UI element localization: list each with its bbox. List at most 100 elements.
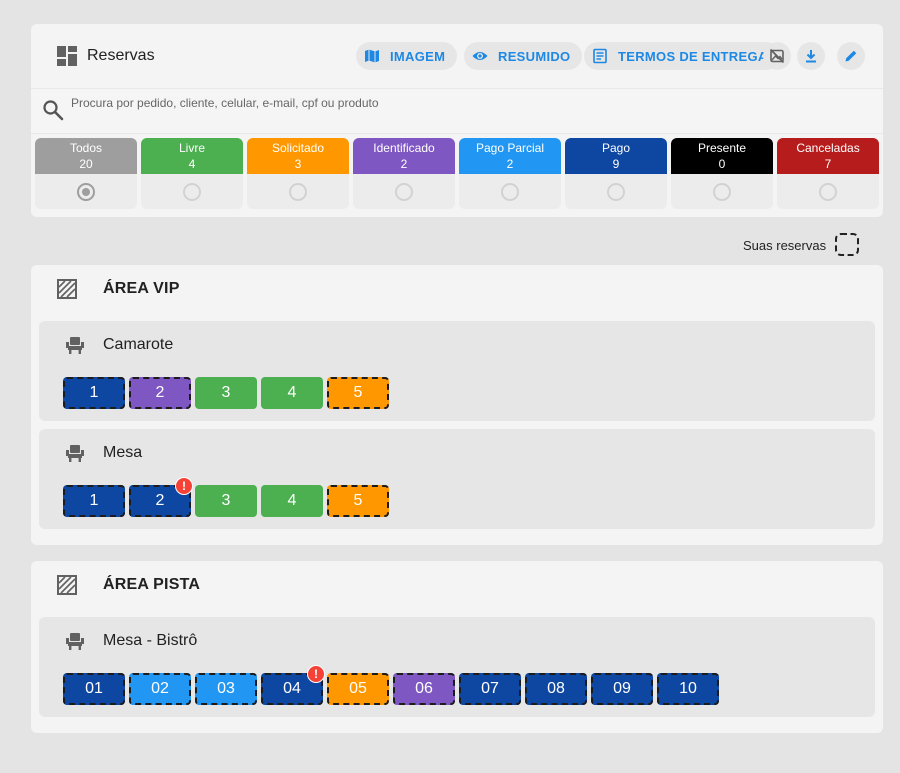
document-icon [593, 48, 607, 64]
seat-icon [66, 337, 84, 354]
status-radio-area [353, 174, 455, 209]
area-title: ÁREA PISTA [103, 576, 201, 593]
alert-badge-icon: ! [175, 477, 193, 495]
search-input[interactable] [71, 93, 851, 113]
status-filter-canceladas[interactable]: Canceladas 7 [777, 138, 879, 209]
seat-button[interactable]: 07 [459, 673, 521, 705]
seat-label: 2 [155, 492, 165, 509]
status-filter-presente[interactable]: Presente 0 [671, 138, 773, 209]
download-button[interactable] [797, 42, 825, 70]
status-label: Solicitado [271, 141, 325, 155]
seat-button[interactable]: 05 [327, 673, 389, 705]
status-filter: Todos 20 Livre 4 Solicitado 3 Identificado 2 Pag… [35, 138, 881, 210]
seat-label: 2 [155, 384, 165, 401]
sector-name: Mesa - Bistrô [103, 632, 198, 649]
status-filter-pago[interactable]: Pago 9 [565, 138, 667, 209]
status-count: 20 [79, 157, 93, 171]
termos-de-entrega-button[interactable]: TERMOS DE ENTREGA [584, 42, 780, 70]
status-label: Todos [69, 141, 103, 155]
status-filter-todos[interactable]: Todos 20 [35, 138, 137, 209]
seat-label: 5 [353, 492, 363, 509]
seat-button[interactable]: 3 [195, 377, 257, 409]
search-icon [43, 100, 64, 121]
hatched-area-icon [57, 279, 77, 299]
alert-badge-icon: ! [307, 665, 325, 683]
edit-button[interactable] [837, 42, 865, 70]
status-count: 2 [400, 157, 408, 171]
search-bar [31, 88, 883, 134]
seat-button[interactable]: 4 [261, 485, 323, 517]
toolbar: Reservas IMAGEM RESUMIDO TERMOS DE ENTRE… [31, 24, 883, 88]
seat-label: 08 [547, 680, 565, 697]
status-count: 9 [612, 157, 620, 171]
dashboard-icon [57, 46, 77, 66]
hide-images-button[interactable] [763, 42, 791, 70]
area-card: ÁREA VIP Camarote 1 2 3 4 5 Mesa 1 2! 3 4 5 [31, 265, 883, 545]
status-radio[interactable] [819, 182, 837, 201]
seat-button[interactable]: 1 [63, 485, 125, 517]
status-radio[interactable] [501, 182, 519, 201]
seat-button[interactable]: 08 [525, 673, 587, 705]
legend-label: Suas reservas [743, 238, 827, 253]
status-radio[interactable] [713, 182, 731, 201]
hatched-area-icon [57, 575, 77, 595]
status-radio[interactable] [289, 182, 307, 201]
seat-label: 03 [217, 680, 235, 697]
seat-label: 4 [287, 384, 297, 401]
seat-button[interactable]: 04! [261, 665, 325, 705]
status-header: Canceladas 7 [777, 138, 879, 174]
status-label: Livre [178, 141, 205, 155]
status-radio-area [247, 174, 349, 209]
eye-icon [472, 52, 488, 60]
seat-button[interactable]: 2! [129, 477, 193, 517]
sector-card: Mesa - Bistrô 01 02 03 04! 05 06 07 08 09 10 [39, 617, 875, 717]
status-radio-area [35, 174, 137, 209]
status-label: Pago Parcial [475, 141, 545, 155]
seat-label: 06 [415, 680, 433, 697]
map-icon [365, 49, 379, 63]
status-label: Presente [697, 141, 747, 155]
seat-button[interactable]: 5 [327, 377, 389, 409]
status-filter-pago-parcial[interactable]: Pago Parcial 2 [459, 138, 561, 209]
sector-card: Camarote 1 2 3 4 5 [39, 321, 875, 421]
seat-button[interactable]: 5 [327, 485, 389, 517]
seat-button[interactable]: 3 [195, 485, 257, 517]
status-radio-area [565, 174, 667, 209]
seat-button[interactable]: 2 [129, 377, 191, 409]
status-label: Canceladas [796, 141, 860, 155]
seat-button[interactable]: 09 [591, 673, 653, 705]
download-icon [806, 50, 816, 63]
status-header: Livre 4 [141, 138, 243, 174]
reservas-panel: Reservas IMAGEM RESUMIDO TERMOS DE ENTRE… [31, 24, 883, 217]
status-filter-livre[interactable]: Livre 4 [141, 138, 243, 209]
seat-label: 07 [481, 680, 499, 697]
resumido-button[interactable]: RESUMIDO [464, 42, 583, 70]
status-count: 3 [294, 157, 302, 171]
status-radio[interactable] [607, 182, 625, 201]
seat-label: 3 [221, 492, 231, 509]
seat-button[interactable]: 06 [393, 673, 455, 705]
seat-label: 1 [89, 384, 99, 401]
status-radio[interactable] [395, 182, 413, 201]
status-header: Todos 20 [35, 138, 137, 174]
status-radio-area [459, 174, 561, 209]
seat-button[interactable]: 02 [129, 673, 191, 705]
seat-label: 5 [353, 384, 363, 401]
seat-button[interactable]: 4 [261, 377, 323, 409]
sector-card: Mesa 1 2! 3 4 5 [39, 429, 875, 529]
seat-label: 3 [221, 384, 231, 401]
seat-button[interactable]: 01 [63, 673, 125, 705]
seat-button[interactable]: 1 [63, 377, 125, 409]
status-radio[interactable] [183, 182, 201, 201]
status-filter-identificado[interactable]: Identificado 2 [353, 138, 455, 209]
seat-button[interactable]: 03 [195, 673, 257, 705]
status-header: Pago Parcial 2 [459, 138, 561, 174]
status-header: Identificado 2 [353, 138, 455, 174]
seat-label: 04 [283, 680, 301, 697]
status-filter-solicitado[interactable]: Solicitado 3 [247, 138, 349, 209]
page-title: Reservas [87, 47, 155, 64]
imagem-button[interactable]: IMAGEM [356, 42, 458, 70]
status-radio[interactable] [77, 182, 95, 201]
area-title: ÁREA VIP [103, 280, 180, 297]
seat-button[interactable]: 10 [657, 673, 719, 705]
